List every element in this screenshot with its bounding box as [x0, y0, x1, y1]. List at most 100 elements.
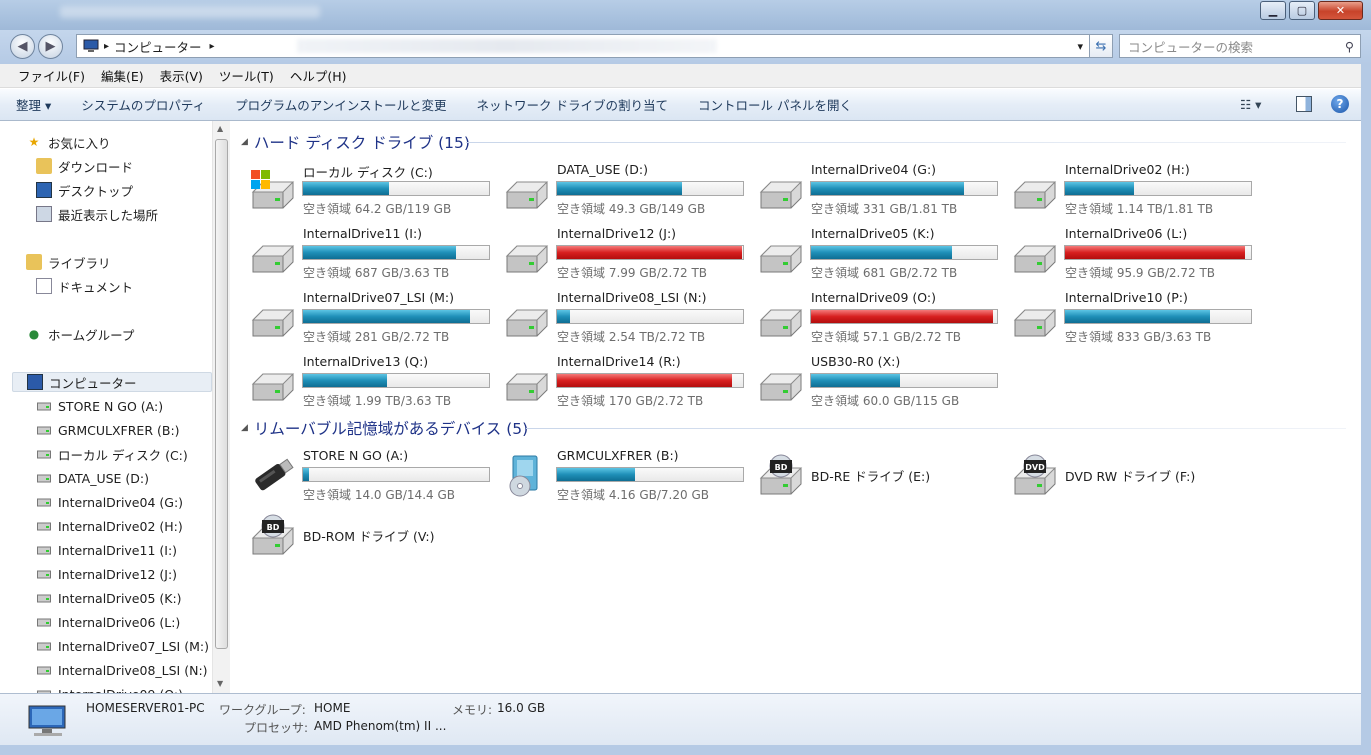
drive-name: BD-RE ドライブ (E:) [811, 469, 931, 484]
drive-tile[interactable]: DATA_USE (D:) 空き領域 49.3 GB/149 GB [503, 162, 753, 218]
preview-pane-icon[interactable] [1296, 96, 1312, 112]
nav-recent-places[interactable]: 最近表示した場所 [36, 204, 158, 224]
menu-file[interactable]: ファイル(F) [10, 66, 93, 85]
drive-tile[interactable]: InternalDrive04 (G:) 空き領域 331 GB/1.81 TB [757, 162, 1007, 218]
processor-label: プロセッサ: [244, 721, 309, 735]
nav-label: STORE N GO (A:) [58, 398, 164, 414]
drive-tile[interactable]: STORE N GO (A:) 空き領域 14.0 GB/14.4 GB [249, 448, 499, 504]
drive-name: ローカル ディスク (C:) [303, 165, 433, 180]
nav-label: InternalDrive12 (J:) [58, 566, 178, 582]
drive-icon [757, 360, 803, 404]
drive-icon [36, 662, 52, 678]
open-control-panel-button[interactable]: コントロール パネルを開く [698, 95, 852, 114]
menu-help[interactable]: ヘルプ(H) [282, 66, 355, 85]
breadcrumb-computer[interactable]: コンピューター [114, 37, 202, 56]
drive-tile[interactable]: InternalDrive11 (I:) 空き領域 687 GB/3.63 TB [249, 226, 499, 282]
drive-tile[interactable]: InternalDrive14 (R:) 空き領域 170 GB/2.72 TB [503, 354, 753, 410]
documents-icon [36, 278, 52, 294]
drive-icon [36, 614, 52, 630]
scroll-up-icon[interactable]: ▲ [217, 124, 223, 133]
search-input[interactable]: コンピューターの検索 ⚲ [1119, 34, 1361, 58]
nav-drive-item[interactable]: InternalDrive11 (I:) [36, 540, 177, 560]
scroll-down-icon[interactable]: ▼ [217, 679, 223, 688]
homegroup-icon: ● [28, 327, 40, 341]
drive-tile[interactable]: InternalDrive13 (Q:) 空き領域 1.99 TB/3.63 TB [249, 354, 499, 410]
drive-usage-bar [810, 181, 998, 196]
menu-view[interactable]: 表示(V) [152, 66, 211, 85]
drive-usage-bar [556, 245, 744, 260]
drive-tile[interactable]: USB30-R0 (X:) 空き領域 60.0 GB/115 GB [757, 354, 1007, 410]
breadcrumb-separator[interactable]: ▸ [104, 41, 109, 52]
map-network-drive-button[interactable]: ネットワーク ドライブの割り当て [477, 95, 668, 114]
nav-drive-item[interactable]: ローカル ディスク (C:) [36, 444, 188, 464]
nav-libraries[interactable]: ライブラリ [26, 252, 111, 272]
back-button[interactable]: ◀ [10, 34, 35, 59]
address-bar[interactable]: ▸ コンピューター ▸ ▾ [76, 34, 1090, 58]
nav-drive-item[interactable]: GRMCULXFRER (B:) [36, 420, 180, 440]
blurred-overlay [297, 39, 717, 53]
search-icon[interactable]: ⚲ [1345, 39, 1354, 54]
nav-drive-item[interactable]: STORE N GO (A:) [36, 396, 163, 416]
group-header-removable-devices[interactable]: ◢ リムーバブル記憶域があるデバイス (5) [241, 417, 528, 439]
help-icon[interactable]: ? [1331, 95, 1349, 113]
drive-tile[interactable]: InternalDrive02 (H:) 空き領域 1.14 TB/1.81 TB [1011, 162, 1261, 218]
nav-label: ライブラリ [48, 255, 111, 271]
drive-tile[interactable]: InternalDrive07_LSI (M:) 空き領域 281 GB/2.72… [249, 290, 499, 346]
collapse-icon[interactable]: ◢ [241, 423, 248, 433]
drive-tile[interactable]: InternalDrive06 (L:) 空き領域 95.9 GB/2.72 TB [1011, 226, 1261, 282]
nav-drive-item[interactable]: InternalDrive08_LSI (N:) [36, 660, 208, 680]
drive-tile[interactable]: BD BD-ROM ドライブ (V:) [249, 508, 499, 564]
group-header-hard-disk-drives[interactable]: ◢ ハード ディスク ドライブ (15) [241, 131, 470, 153]
close-button[interactable]: ✕ [1318, 1, 1363, 20]
maximize-button[interactable]: ▢ [1289, 1, 1315, 20]
nav-computer[interactable]: コンピューター [12, 372, 212, 392]
nav-drive-item[interactable]: InternalDrive04 (G:) [36, 492, 183, 512]
nav-drive-item[interactable]: InternalDrive07_LSI (M:) [36, 636, 209, 656]
drive-tile[interactable]: InternalDrive12 (J:) 空き領域 7.99 GB/2.72 TB [503, 226, 753, 282]
refresh-button[interactable]: ⇆ [1089, 34, 1113, 58]
drive-tile[interactable]: DVD DVD RW ドライブ (F:) [1011, 448, 1261, 504]
drive-icon [36, 542, 52, 558]
free-space-text: 空き領域 14.0 GB/14.4 GB [303, 488, 455, 502]
uninstall-program-button[interactable]: プログラムのアンインストールと変更 [235, 95, 446, 114]
forward-button[interactable]: ▶ [38, 34, 63, 59]
collapse-icon[interactable]: ◢ [241, 137, 248, 147]
nav-downloads[interactable]: ダウンロード [36, 156, 133, 176]
drive-tile[interactable]: ローカル ディスク (C:) 空き領域 64.2 GB/119 GB [249, 162, 499, 218]
drive-name: InternalDrive06 (L:) [1065, 226, 1188, 241]
free-space-text: 空き領域 4.16 GB/7.20 GB [557, 488, 709, 502]
organize-button[interactable]: 整理 ▾ [16, 95, 51, 114]
nav-drive-item[interactable]: DATA_USE (D:) [36, 468, 149, 488]
nav-desktop[interactable]: デスクトップ [36, 180, 133, 200]
drive-tile[interactable]: BD BD-RE ドライブ (E:) [757, 448, 1007, 504]
drive-tile[interactable]: InternalDrive08_LSI (N:) 空き領域 2.54 TB/2.7… [503, 290, 753, 346]
nav-drive-item[interactable]: InternalDrive05 (K:) [36, 588, 182, 608]
free-space-text: 空き領域 1.14 TB/1.81 TB [1065, 202, 1214, 216]
nav-drive-item[interactable]: InternalDrive12 (J:) [36, 564, 177, 584]
nav-drive-item[interactable]: InternalDrive02 (H:) [36, 516, 183, 536]
nav-favorites[interactable]: ★ お気に入り [26, 132, 111, 152]
window-title-blurred [60, 6, 320, 18]
system-properties-button[interactable]: システムのプロパティ [81, 95, 205, 114]
address-dropdown-icon[interactable]: ▾ [1077, 40, 1083, 53]
drive-tile[interactable]: InternalDrive10 (P:) 空き領域 833 GB/3.63 TB [1011, 290, 1261, 346]
drive-tile[interactable]: InternalDrive09 (O:) 空き領域 57.1 GB/2.72 TB [757, 290, 1007, 346]
breadcrumb-separator[interactable]: ▸ [210, 41, 215, 52]
drive-tile[interactable]: GRMCULXFRER (B:) 空き領域 4.16 GB/7.20 GB [503, 448, 753, 504]
menu-tools[interactable]: ツール(T) [211, 66, 282, 85]
nav-documents[interactable]: ドキュメント [36, 276, 133, 296]
menu-edit[interactable]: 編集(E) [93, 66, 152, 85]
drive-name: InternalDrive04 (G:) [811, 162, 937, 177]
drive-icon [1011, 296, 1057, 340]
nav-homegroup[interactable]: ● ホームグループ [26, 324, 135, 344]
drive-tile[interactable]: InternalDrive05 (K:) 空き領域 681 GB/2.72 TB [757, 226, 1007, 282]
drive-icon [757, 296, 803, 340]
free-space-text: 空き領域 687 GB/3.63 TB [303, 266, 450, 280]
drive-name: InternalDrive13 (Q:) [303, 354, 429, 369]
nav-drive-item[interactable]: InternalDrive06 (L:) [36, 612, 180, 632]
minimize-button[interactable]: ▁ [1260, 1, 1286, 20]
nav-scrollbar[interactable]: ▲ ▼ [212, 121, 230, 693]
scrollbar-thumb[interactable] [215, 139, 228, 649]
usage-fill [557, 310, 571, 323]
view-options-icon[interactable]: ☷ ▾ [1240, 97, 1261, 112]
